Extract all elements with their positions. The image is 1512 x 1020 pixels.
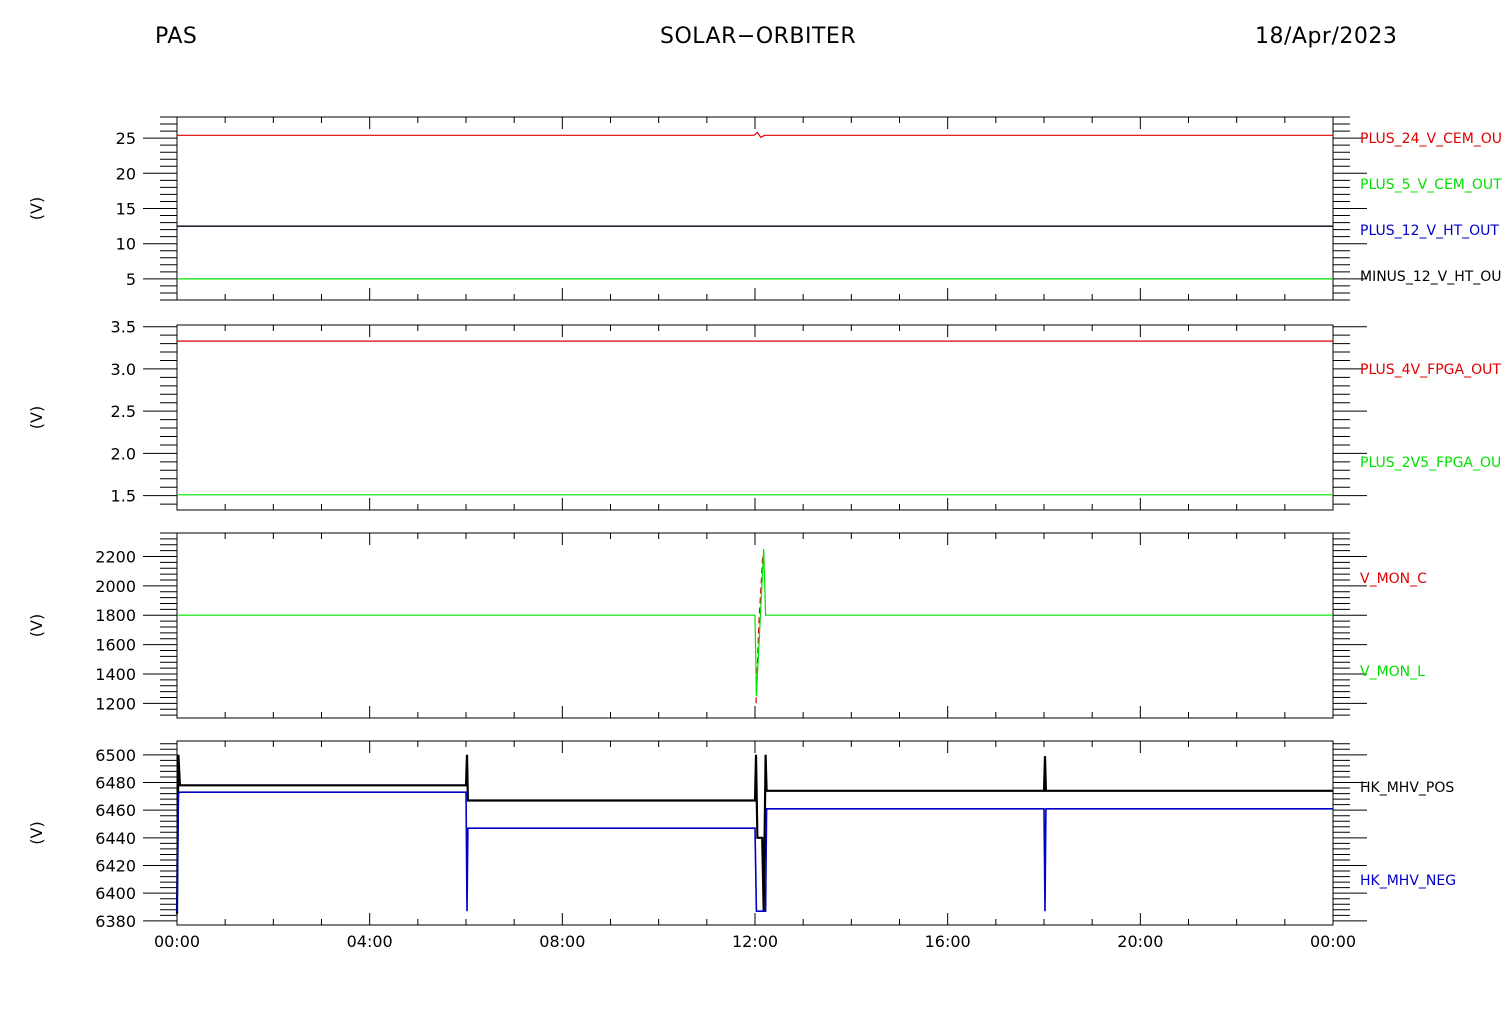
legend-label-v-mon-c: V_MON_C [1360,571,1427,587]
y-tick-label: 1400 [95,665,136,684]
y-tick-label: 6480 [95,774,136,793]
y-tick-label: 1800 [95,606,136,625]
legend-label-hk-mhv-neg: HK_MHV_NEG [1360,873,1456,889]
y-tick-label: 25 [116,129,136,148]
x-tick-label: 04:00 [347,932,393,951]
legend-label-minus-12-v-ht-ou: MINUS_12_V_HT_OU [1360,269,1502,285]
y-tick-label: 3.5 [111,318,136,337]
x-tick-label: 08:00 [539,932,585,951]
plot-frame [176,116,1334,301]
y-tick-label: 3.0 [111,360,136,379]
legend-label-v-mon-l: V_MON_L [1360,664,1425,680]
series-line-hk-mhv-neg [176,791,1333,913]
x-tick-label: 16:00 [925,932,971,951]
series-line-v-mon-l [177,549,1333,697]
y-tick-label: 6500 [95,746,136,765]
y-tick-label: 6460 [95,801,136,820]
y-axis-label: (V) [27,197,46,220]
y-tick-label: 2.0 [111,444,136,463]
y-tick-label: 1200 [95,694,136,713]
y-tick-label: 6420 [95,857,136,876]
housekeeping-chart: 5 10 15 20 25 (V) PLUS_24_V_CEM_OU PLUS_5_V_CEM… [27,116,1502,951]
legend-label-plus-5-v-cem-out: PLUS_5_V_CEM_OUT [1360,177,1502,193]
y-axis-label: (V) [27,821,46,844]
legend-label-plus-2v5-fpga-ou: PLUS_2V5_FPGA_OU [1360,455,1501,471]
y-axis-label: (V) [27,406,46,429]
y-tick-label: 2000 [95,577,136,596]
y-tick-label: 6380 [95,912,136,931]
legend-label-plus-24-v-cem-ou: PLUS_24_V_CEM_OU [1360,131,1502,147]
y-tick-label: 5 [126,270,136,289]
y-tick-label: 2.5 [111,402,136,421]
y-tick-label: 1600 [95,636,136,655]
y-axis-label: (V) [27,614,46,637]
legend-label-hk-mhv-pos: HK_MHV_POS [1360,780,1454,796]
y-tick-label: 20 [116,164,136,183]
y-tick-label: 6440 [95,829,136,848]
series-line-plus-24-v-cem-ou [177,131,1333,139]
y-tick-label: 6400 [95,884,136,903]
y-tick-label: 2200 [95,547,136,566]
plot-frame [176,324,1334,511]
y-tick-label: 10 [116,235,136,254]
x-tick-label: 20:00 [1117,932,1163,951]
y-tick-label: 15 [116,200,136,219]
legend-label-plus-4v-fpga-out: PLUS_4V_FPGA_OUT [1360,362,1501,378]
x-tick-label: 12:00 [732,932,778,951]
legend-label-plus-12-v-ht-out: PLUS_12_V_HT_OUT [1360,223,1499,239]
y-tick-label: 1.5 [111,487,136,506]
x-tick-label: 00:00 [154,932,200,951]
x-tick-label: 00:00 [1310,932,1356,951]
